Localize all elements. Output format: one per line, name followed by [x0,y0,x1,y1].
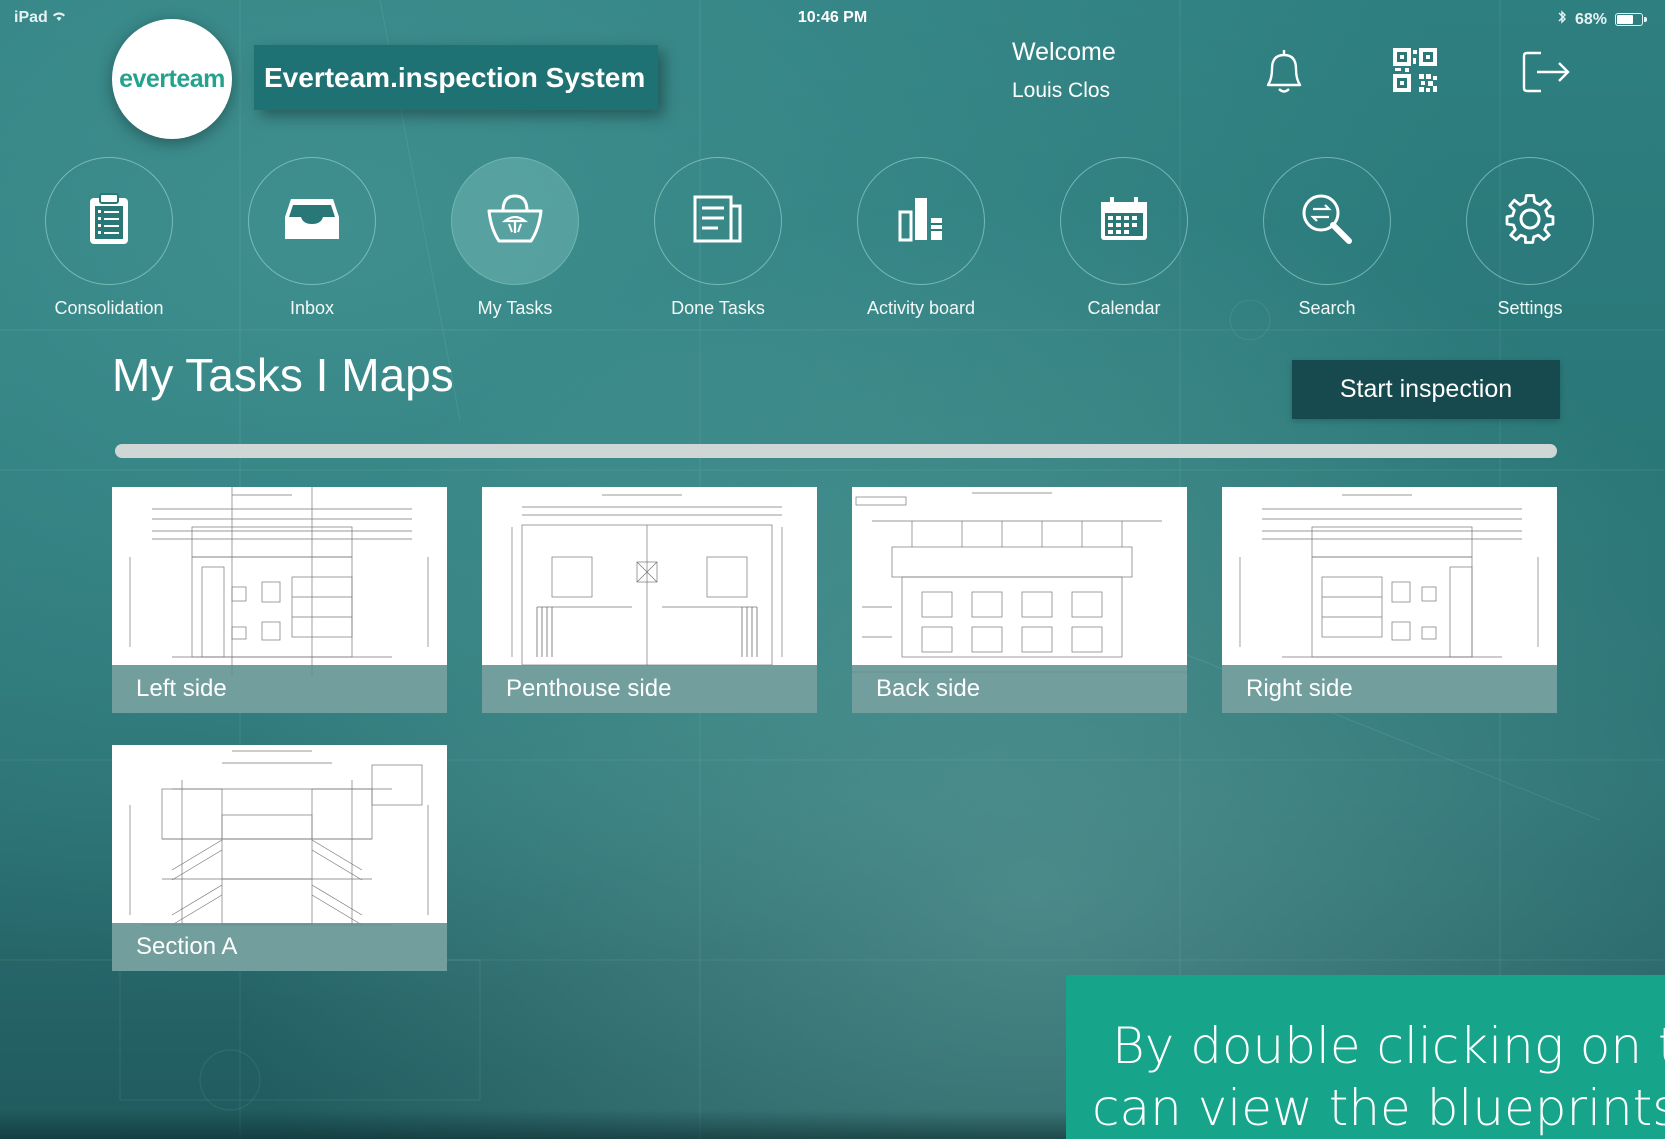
caption-text: By double clicking on the can view the b… [1066,1015,1665,1139]
map-card-label: Penthouse side [482,665,817,713]
search-icon [1299,191,1355,252]
bar-chart-icon [897,196,945,247]
battery-icon [1615,13,1647,26]
start-inspection-button[interactable]: Start inspection [1292,360,1560,419]
nav-item-settings[interactable]: Settings [1440,157,1620,327]
nav-label: Consolidation [54,298,164,318]
map-card-section-a[interactable]: Section A [112,745,447,971]
bottom-shade [0,1110,1066,1139]
nav-item-consolidation[interactable]: Consolidation [19,157,199,327]
basket-icon [485,191,545,252]
gear-icon [1503,192,1557,251]
app-title: Everteam.inspection System [264,61,646,93]
nav-label: Done Tasks [671,298,765,318]
map-card-penthouse-side[interactable]: Penthouse side [482,487,817,713]
map-card-right-side[interactable]: Right side [1222,487,1557,713]
caption-line-1: By double clicking on the [1112,1017,1665,1075]
nav-circle [451,157,579,285]
nav-label: Search [1298,298,1356,318]
document-icon [692,194,744,249]
page-title: My Tasks I Maps [112,349,454,401]
nav-circle [248,157,376,285]
user-name: Louis Clos [1012,79,1111,102]
welcome-block: Welcome Louis Clos [1012,38,1116,103]
nav-label: Activity board [866,298,976,318]
caption-line-2: can view the blueprints re [1092,1079,1665,1137]
nav-item-done-tasks[interactable]: Done Tasks [628,157,808,327]
logo-text: everteam [119,64,225,93]
calendar-icon [1099,196,1149,247]
map-card-left-side[interactable]: Left side [112,487,447,713]
nav-circle [654,157,782,285]
logout-icon[interactable] [1519,44,1575,100]
nav-item-inbox[interactable]: Inbox [222,157,402,327]
inbox-icon [283,197,341,246]
status-bar: iPad 10:46 PM 68% [0,0,1665,36]
qr-code-icon[interactable] [1389,44,1445,100]
nav-item-search[interactable]: Search [1237,157,1417,327]
clipboard-icon [86,192,132,251]
logo: everteam [112,19,232,139]
nav-circle [45,157,173,285]
nav-label: Settings [1497,298,1563,318]
app-title-box: Everteam.inspection System [254,45,658,110]
map-card-label: Left side [112,665,447,713]
status-time: 10:46 PM [797,9,868,26]
nav-circle [1263,157,1391,285]
bluetooth-icon [1557,9,1567,30]
battery-percent: 68% [1574,10,1607,28]
nav-label: My Tasks [477,298,553,318]
map-card-back-side[interactable]: Back side [852,487,1187,713]
welcome-label: Welcome [1012,38,1116,66]
nav-item-calendar[interactable]: Calendar [1034,157,1214,327]
nav-circle [1466,157,1594,285]
nav-item-activity-board[interactable]: Activity board [831,157,1011,327]
caption-overlay: By double clicking on the can view the b… [1066,975,1665,1139]
nav-label: Calendar [1087,298,1161,318]
progress-track [115,444,1557,458]
nav-label: Inbox [289,298,335,318]
map-card-label: Section A [112,923,447,971]
map-card-label: Back side [852,665,1187,713]
nav-item-my-tasks[interactable]: My Tasks [425,157,605,327]
nav-circle [857,157,985,285]
nav-circle [1060,157,1188,285]
status-right: 68% [1557,9,1647,30]
battery-level [1617,15,1633,24]
map-card-label: Right side [1222,665,1557,713]
bell-icon[interactable] [1256,44,1312,100]
